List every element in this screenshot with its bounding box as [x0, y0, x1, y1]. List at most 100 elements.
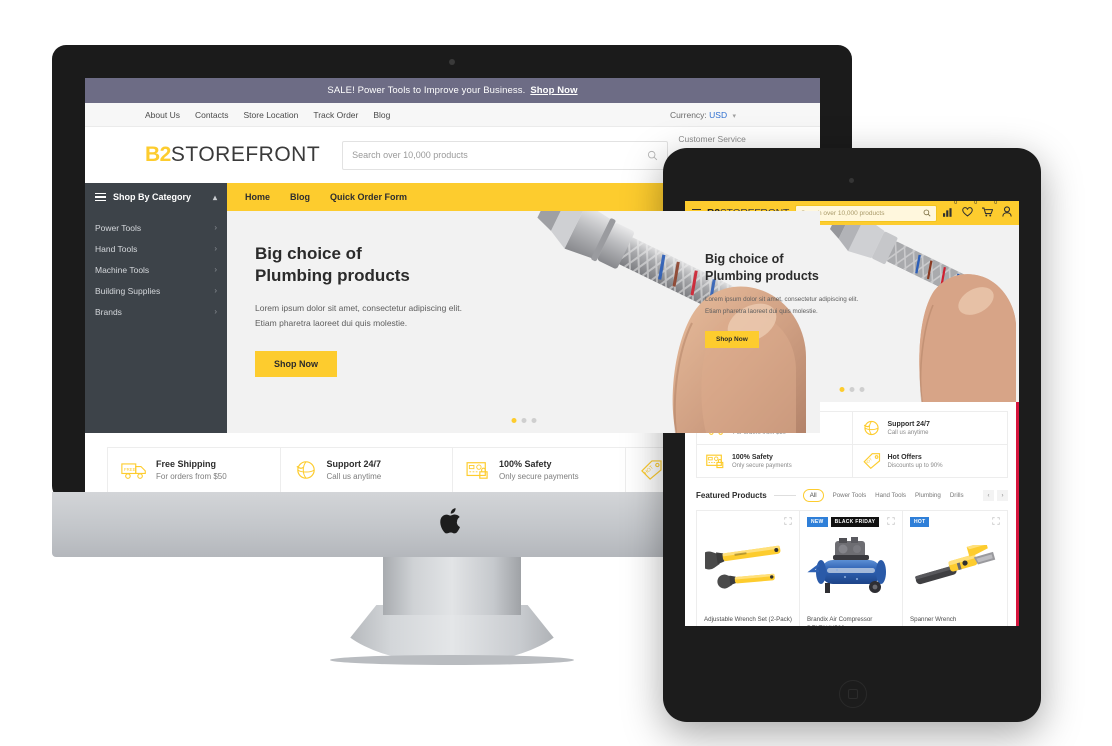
carousel-dot-2[interactable] [849, 387, 855, 392]
expand-icon[interactable] [784, 517, 792, 525]
sale-shop-now-link[interactable]: Shop Now [530, 85, 577, 96]
tab-power-tools[interactable]: Power Tools [833, 492, 867, 499]
customer-service-label: Customer Service [678, 134, 746, 144]
imac-stand-neck [383, 557, 521, 615]
sidebar-item-power-tools[interactable]: Power Tools › [85, 217, 227, 238]
chevron-up-icon: ▴ [212, 192, 217, 202]
currency-value: USD [709, 109, 728, 120]
compare-count-badge: 0 [954, 201, 957, 206]
sidebar-label: Brands [95, 306, 122, 317]
hero-title-line1: Big choice of [255, 244, 362, 263]
shop-by-category-label: Shop By Category [113, 192, 192, 202]
sidebar-label: Hand Tools [95, 243, 138, 254]
feature-sub: Call us anytime [326, 472, 382, 481]
support-icon [295, 461, 315, 479]
product-card[interactable]: HOT Spanner Wrench [902, 511, 1007, 626]
product-card[interactable]: Adjustable Wrench Set (2-Pack) ★★★★★ 0 R… [697, 511, 799, 626]
hero-desc-line1: Lorem ipsum dolor sit amet, consectetur … [705, 296, 859, 304]
feature-sub: For orders from $50 [156, 472, 227, 481]
product-filter-tabs: All Power Tools Hand Tools Plumbing Dril… [802, 489, 964, 502]
badge-new: NEW [807, 517, 828, 527]
hero-text-block: Big choice of Plumbing products Lorem ip… [255, 243, 462, 377]
tag-icon: HOT [862, 453, 880, 469]
device-mockup-scene: SALE! Power Tools to Improve your Busine… [0, 0, 1112, 746]
prev-arrow-button[interactable]: ‹ [983, 490, 994, 501]
link-track-order[interactable]: Track Order [313, 110, 358, 120]
expand-icon[interactable] [992, 517, 1000, 525]
product-image [704, 531, 792, 605]
carousel-dot-1[interactable] [839, 387, 845, 392]
wishlist-button[interactable]: 0 [962, 201, 977, 222]
sidebar-label: Building Supplies [95, 285, 161, 296]
compare-button[interactable]: 0 [943, 201, 957, 222]
webcam-icon [449, 59, 455, 65]
air-compressor-image [807, 537, 886, 593]
hero-title: Big choice of Plumbing products [705, 251, 858, 284]
site-logo[interactable]: B2 STOREFRONT [145, 143, 320, 167]
feature-safety: 100% Safety Only secure payments [697, 445, 852, 477]
product-name: Spanner Wrench [910, 616, 957, 623]
expand-icon[interactable] [887, 517, 895, 525]
feature-sub: Discounts up to 90% [887, 462, 943, 469]
carousel-arrows: ‹ › [983, 490, 1008, 501]
sidebar-item-hand-tools[interactable]: Hand Tools › [85, 238, 227, 259]
chevron-right-icon: › [214, 244, 217, 253]
link-store-location[interactable]: Store Location [244, 110, 299, 120]
hero-title-line2: Plumbing products [255, 266, 410, 286]
feature-title: Free Shipping [156, 459, 217, 469]
product-grid: Adjustable Wrench Set (2-Pack) ★★★★★ 0 R… [696, 510, 1008, 626]
support-icon [863, 420, 879, 436]
utility-bar: About Us Contacts Store Location Track O… [85, 103, 820, 127]
feature-row: 100% Safety Only secure payments HOT Hot … [697, 444, 1007, 477]
search-icon[interactable] [647, 150, 658, 161]
next-arrow-button[interactable]: › [997, 490, 1008, 501]
sidebar-item-brands[interactable]: Brands › [85, 301, 227, 322]
feature-support: Support 24/7 Call us anytime [851, 412, 1008, 444]
sidebar-item-building-supplies[interactable]: Building Supplies › [85, 280, 227, 301]
compare-icon [943, 208, 952, 217]
divider [773, 495, 796, 496]
hero-shop-now-button[interactable]: Shop Now [255, 350, 337, 377]
link-contacts[interactable]: Contacts [195, 110, 229, 120]
feature-safety: 100% Safety Only secure payments [453, 448, 626, 492]
nav-item-quick-order-form[interactable]: Quick Order Form [330, 192, 407, 202]
tab-plumbing[interactable]: Plumbing [915, 492, 941, 499]
hero-description: Lorem ipsum dolor sit amet, consectetur … [255, 301, 462, 331]
hero-desc-line1: Lorem ipsum dolor sit amet, consectetur … [255, 302, 462, 313]
link-about-us[interactable]: About Us [145, 110, 180, 120]
link-blog[interactable]: Blog [373, 110, 390, 120]
hero-shop-now-button[interactable]: Shop Now [705, 330, 759, 348]
hero-description: Lorem ipsum dolor sit amet, consectetur … [705, 294, 858, 317]
carousel-dot-2[interactable] [521, 418, 526, 423]
hero-title-line2: Plumbing products [705, 268, 819, 283]
product-image [807, 531, 895, 605]
logo-b2: B2 [145, 143, 171, 166]
ipad-home-button[interactable] [839, 680, 867, 708]
header-icon-group: 0 0 0 [943, 201, 1012, 222]
carousel-dot-1[interactable] [511, 418, 516, 423]
feature-title: 100% Safety [732, 453, 773, 461]
product-image [910, 531, 1000, 605]
feature-title: Support 24/7 [326, 459, 382, 469]
category-sidebar: Power Tools › Hand Tools › Machine Tools › … [85, 211, 227, 433]
account-button[interactable] [1002, 204, 1012, 222]
tab-all[interactable]: All [802, 489, 824, 502]
carousel-dot-3[interactable] [531, 418, 536, 423]
carousel-dot-3[interactable] [859, 387, 865, 392]
cart-count-badge: 0 [994, 201, 997, 206]
search-input[interactable]: Search over 10,000 products [342, 140, 669, 170]
shop-by-category-button[interactable]: Shop By Category ▴ [85, 183, 227, 211]
sidebar-item-machine-tools[interactable]: Machine Tools › [85, 259, 227, 280]
feature-title: 100% Safety [499, 459, 552, 469]
search-icon[interactable] [923, 209, 931, 217]
nav-item-home[interactable]: Home [245, 192, 270, 202]
tag-icon: HOT [640, 460, 662, 480]
tab-hand-tools[interactable]: Hand Tools [875, 492, 906, 499]
product-badges: HOT [910, 517, 930, 527]
cart-button[interactable]: 0 [982, 201, 997, 222]
tab-drills[interactable]: Drills [950, 492, 964, 499]
nav-item-blog[interactable]: Blog [290, 192, 310, 202]
product-card[interactable]: NEW BLACK FRIDAY Brandix Air Compressor [799, 511, 902, 626]
chevron-right-icon: › [214, 307, 217, 316]
currency-selector[interactable]: Currency: USD ▾ [670, 110, 736, 120]
